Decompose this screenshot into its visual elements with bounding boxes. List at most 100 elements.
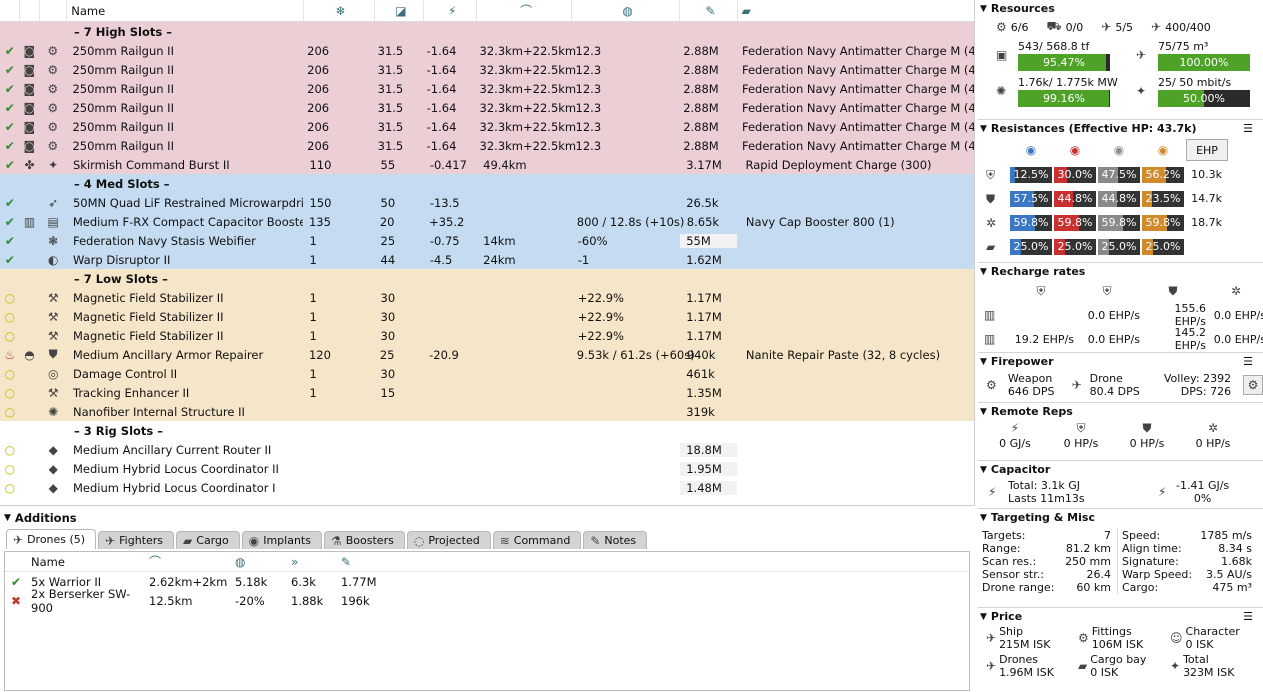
collapse-triangle-icon[interactable]: ▼ (980, 407, 987, 417)
module-row[interactable]: ✔ ▥ ▤ Medium F-RX Compact Capacitor Booster… (0, 212, 974, 231)
online-check-icon[interactable]: ✔ (5, 253, 15, 267)
tab-implants[interactable]: ◉ Implants (241, 531, 322, 549)
drone-row[interactable]: ✖ 2x Berserker SW-900 12.5km -20% 1.88k 196k (5, 587, 969, 615)
module-row[interactable]: ✔ ◙ ⚙ 250mm Railgun II 206 31.5 -1.64 32.3km+22… (0, 98, 974, 117)
online-check-icon[interactable]: ✔ (5, 234, 15, 248)
online-check-icon[interactable]: ✔ (5, 101, 15, 115)
module-row[interactable]: ✔ ◙ ⚙ 250mm Railgun II 206 31.5 -1.64 32.3km+22… (0, 60, 974, 79)
icon-column-header[interactable] (40, 0, 68, 22)
charge-cell[interactable]: ◙ (20, 63, 40, 77)
slot-group-header[interactable]: – 7 Low Slots – (0, 269, 974, 288)
module-state-toggle[interactable]: ○ (0, 310, 20, 324)
misc-column-header[interactable]: ◍ (572, 0, 681, 22)
module-state-toggle[interactable]: ○ (0, 291, 20, 305)
state-column-header[interactable] (0, 0, 20, 22)
module-row[interactable]: ○ ◆ Medium Hybrid Locus Coordinator I 1.48M (0, 478, 974, 497)
online-check-icon[interactable]: ✔ (5, 120, 15, 134)
recharge-title[interactable]: ▼ Recharge rates (978, 263, 1263, 280)
capacitor-title[interactable]: ▼ Capacitor (978, 461, 1263, 478)
cpu-column-header[interactable]: ❄ (304, 0, 375, 22)
module-state-toggle[interactable]: ○ (0, 443, 20, 457)
module-state-toggle[interactable]: ○ (0, 367, 20, 381)
offline-state-icon[interactable]: ○ (5, 367, 15, 381)
range-column-header[interactable]: ⌒ (477, 0, 572, 22)
module-state-toggle[interactable]: ✔ (0, 234, 20, 248)
module-state-toggle[interactable]: ✔ (0, 82, 20, 96)
slot-group-header[interactable]: – 7 High Slots – (0, 22, 974, 41)
online-check-icon[interactable]: ✔ (5, 44, 15, 58)
offline-state-icon[interactable]: ○ (5, 386, 15, 400)
module-state-toggle[interactable]: ♨ (0, 348, 20, 362)
collapse-triangle-icon[interactable]: ▼ (980, 612, 987, 622)
module-state-toggle[interactable]: ✔ (0, 44, 20, 58)
charge-cell[interactable]: ◙ (20, 82, 40, 96)
collapse-triangle-icon[interactable]: ▼ (980, 465, 987, 475)
charge-cell[interactable]: ▥ (20, 215, 40, 229)
tab-fighters[interactable]: ✈ Fighters (98, 531, 175, 549)
price-title[interactable]: ▼ Price ☰ (978, 608, 1263, 625)
capacitor-column-header[interactable]: ⚡ (424, 0, 478, 22)
module-row[interactable]: ○ ◎ Damage Control II 1 30 461k (0, 364, 974, 383)
module-row[interactable]: ○ ⚒ Magnetic Field Stabilizer II 1 30 +22.9% 1… (0, 307, 974, 326)
collapse-triangle-icon[interactable]: ▼ (980, 357, 987, 367)
online-check-icon[interactable]: ✔ (5, 63, 15, 77)
collapse-triangle-icon[interactable]: ▼ (980, 4, 987, 14)
drone-signature-header[interactable]: » (287, 555, 337, 569)
drone-state-toggle[interactable]: ✔ (5, 575, 27, 589)
online-check-icon[interactable]: ✔ (11, 575, 21, 589)
module-state-toggle[interactable]: ✔ (0, 63, 20, 77)
module-row[interactable]: ○ ⚒ Magnetic Field Stabilizer II 1 30 +22.9% 1… (0, 326, 974, 345)
module-row[interactable]: ✔ ➶ 50MN Quad LiF Restrained Microwarpdriv… (0, 193, 974, 212)
charge-column-header[interactable] (20, 0, 40, 22)
collapse-triangle-icon[interactable]: ▼ (980, 124, 987, 134)
module-row[interactable]: ○ ◆ Medium Ancillary Current Router II 18.8… (0, 440, 974, 459)
charge-cell[interactable]: ◙ (20, 120, 40, 134)
resistances-title[interactable]: ▼ Resistances (Effective HP: 43.7k) ☰ (978, 120, 1263, 137)
slot-group-header[interactable]: – 4 Med Slots – (0, 174, 974, 193)
drone-range-header[interactable]: ⌒ (145, 553, 231, 570)
module-state-toggle[interactable]: ✔ (0, 196, 20, 210)
tab-command[interactable]: ≋ Command (492, 531, 582, 549)
online-check-icon[interactable]: ✔ (5, 215, 15, 229)
offline-state-icon[interactable]: ○ (5, 443, 15, 457)
charge-cell[interactable]: ✤ (20, 158, 40, 172)
module-row[interactable]: ✔ ◙ ⚙ 250mm Railgun II 206 31.5 -1.64 32.3km+22… (0, 136, 974, 155)
drone-price-header[interactable]: ✎ (337, 555, 397, 569)
offline-state-icon[interactable]: ○ (5, 405, 15, 419)
offline-state-icon[interactable]: ○ (5, 481, 15, 495)
firepower-title[interactable]: ▼ Firepower ☰ (978, 353, 1263, 370)
overload-state-icon[interactable]: ♨ (4, 348, 15, 362)
charge-cell[interactable]: ◓ (20, 348, 40, 362)
tab-projected[interactable]: ◌ Projected (406, 531, 491, 549)
module-row[interactable]: ✔ ❃ Federation Navy Stasis Webifier 1 25 -0.7… (0, 231, 974, 250)
offline-state-icon[interactable]: ○ (5, 462, 15, 476)
offline-state-icon[interactable]: ○ (5, 310, 15, 324)
tab-drones[interactable]: ✈ Drones (5) (6, 529, 97, 549)
module-state-toggle[interactable]: ✔ (0, 101, 20, 115)
collapse-triangle-icon[interactable]: ▼ (980, 513, 987, 523)
online-check-icon[interactable]: ✔ (5, 158, 15, 172)
drone-name-header[interactable]: Name (27, 555, 145, 569)
collapse-triangle-icon[interactable]: ▼ (4, 513, 11, 523)
inactive-cross-icon[interactable]: ✖ (11, 594, 21, 608)
tab-notes[interactable]: ✎ Notes (583, 531, 648, 549)
tab-boosters[interactable]: ⚗ Boosters (323, 531, 405, 549)
price-column-header[interactable]: ✎ (680, 0, 738, 22)
menu-icon[interactable]: ☰ (1243, 122, 1253, 135)
module-state-toggle[interactable]: ○ (0, 386, 20, 400)
tab-cargo[interactable]: ▰ Cargo (176, 531, 240, 549)
collapse-triangle-icon[interactable]: ▼ (980, 267, 987, 277)
menu-icon[interactable]: ☰ (1243, 610, 1253, 623)
damage-pattern-button[interactable]: ⚙ (1243, 375, 1263, 395)
targeting-title[interactable]: ▼ Targeting & Misc (978, 509, 1263, 526)
charge-cell[interactable]: ◙ (20, 101, 40, 115)
module-row[interactable]: ✔ ◙ ⚙ 250mm Railgun II 206 31.5 -1.64 32.3km+22… (0, 41, 974, 60)
module-row[interactable]: ✔ ◙ ⚙ 250mm Railgun II 206 31.5 -1.64 32.3km+22… (0, 117, 974, 136)
module-row[interactable]: ○ ⚒ Magnetic Field Stabilizer II 1 30 +22.9% 1… (0, 288, 974, 307)
remote-reps-title[interactable]: ▼ Remote Reps (978, 403, 1263, 420)
resources-title[interactable]: ▼ Resources (978, 0, 1263, 17)
module-row[interactable]: ○ ◆ Medium Hybrid Locus Coordinator II 1.95… (0, 459, 974, 478)
online-check-icon[interactable]: ✔ (5, 196, 15, 210)
module-row[interactable]: ♨ ◓ ⛊ Medium Ancillary Armor Repairer 120 25 -… (0, 345, 974, 364)
online-check-icon[interactable]: ✔ (5, 139, 15, 153)
